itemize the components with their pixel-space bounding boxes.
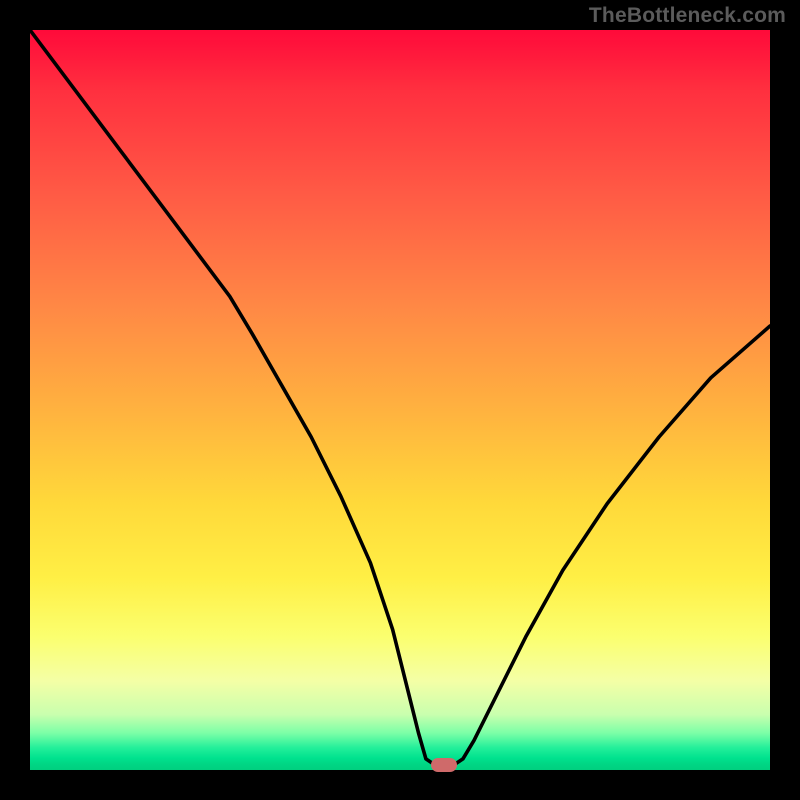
watermark-text: TheBottleneck.com [589, 4, 786, 28]
plot-area [30, 30, 770, 770]
chart-frame: TheBottleneck.com [0, 0, 800, 800]
curve-line [30, 30, 770, 766]
min-marker [431, 758, 457, 772]
bottleneck-curve [30, 30, 770, 770]
